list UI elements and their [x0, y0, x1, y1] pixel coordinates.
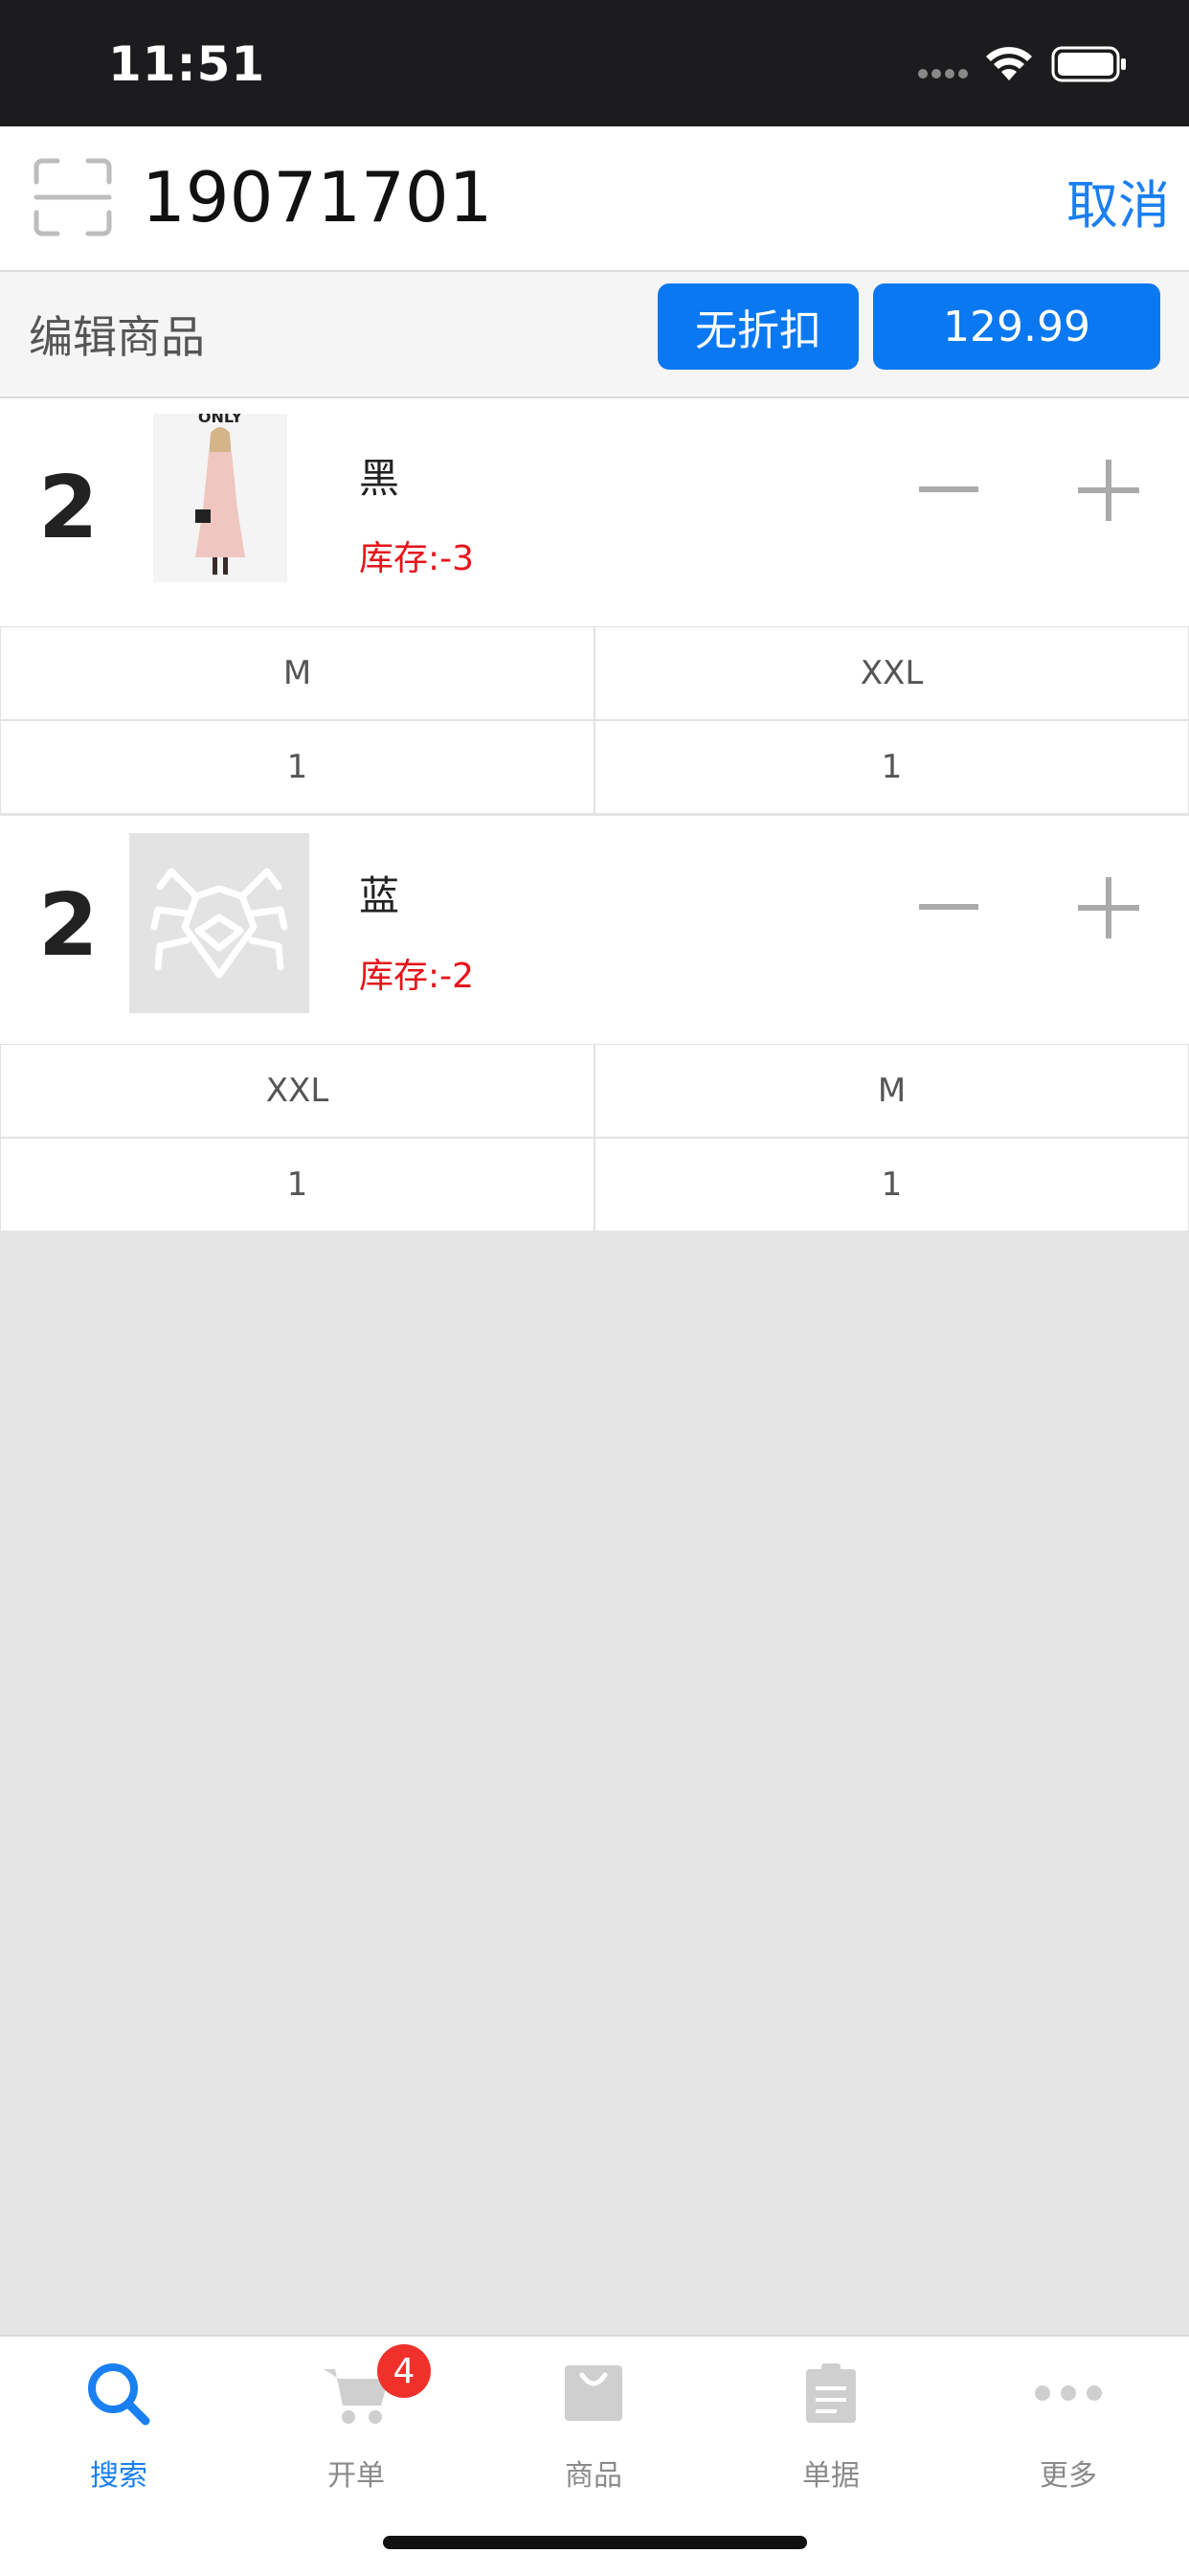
tab-products[interactable]: 商品 — [475, 2337, 712, 2493]
minus-icon[interactable] — [919, 485, 978, 494]
clipboard-icon — [806, 2363, 856, 2423]
size-quantity[interactable]: 1 — [0, 1138, 594, 1232]
discount-button[interactable]: 无折扣 — [658, 283, 859, 370]
cart-badge: 4 — [377, 2344, 431, 2398]
price-button[interactable]: 129.99 — [873, 283, 1160, 370]
product-image: ONLY — [153, 414, 287, 582]
minus-icon[interactable] — [919, 902, 978, 912]
size-quantity[interactable]: 1 — [594, 1138, 1189, 1232]
tab-label: 商品 — [565, 2459, 622, 2493]
product-row[interactable]: 2 ONLY 黑 库存:-3 — [0, 398, 1189, 626]
edit-products-label: 编辑商品 — [29, 311, 205, 363]
tab-order[interactable]: 4 开单 — [237, 2337, 475, 2493]
product-quantity: 2 — [38, 458, 99, 558]
tab-documents[interactable]: 单据 — [712, 2337, 950, 2493]
tab-label: 搜索 — [90, 2459, 147, 2493]
size-grid: XXL M 1 1 — [0, 1044, 1189, 1232]
tab-label: 单据 — [802, 2459, 860, 2493]
size-header: XXL — [594, 626, 1189, 720]
cancel-button[interactable]: 取消 — [1066, 163, 1170, 238]
search-header: 19071701 取消 — [0, 126, 1189, 272]
status-bar: 11:51 — [0, 0, 1189, 126]
size-grid: M XXL 1 1 — [0, 626, 1189, 814]
dress-model-icon — [195, 427, 245, 575]
size-header: XXL — [0, 1044, 594, 1138]
wifi-icon — [986, 47, 1032, 80]
plus-icon[interactable] — [1078, 460, 1139, 521]
product-row[interactable]: 2 蓝 库存:-2 — [0, 816, 1189, 1044]
status-time: 11:51 — [108, 36, 266, 92]
product-stock: 库存:-2 — [359, 957, 475, 996]
product-quantity: 2 — [38, 875, 99, 976]
tab-label: 更多 — [1040, 2459, 1097, 2493]
search-icon — [88, 2363, 150, 2426]
scan-icon[interactable] — [33, 157, 113, 237]
bag-icon — [565, 2365, 622, 2421]
home-indicator — [383, 2536, 807, 2549]
size-header: M — [594, 1044, 1189, 1138]
product-stock: 库存:-3 — [359, 539, 475, 578]
plus-icon[interactable] — [1078, 877, 1139, 938]
product-color: 黑 — [359, 455, 400, 502]
size-quantity[interactable]: 1 — [594, 720, 1189, 814]
battery-icon — [1051, 46, 1126, 82]
search-input[interactable]: 19071701 — [142, 157, 492, 237]
size-quantity[interactable]: 1 — [0, 720, 594, 814]
spider-icon — [150, 868, 288, 979]
more-icon — [1035, 2385, 1102, 2401]
product-color: 蓝 — [359, 872, 400, 919]
product-image-placeholder — [129, 833, 309, 1013]
tab-search[interactable]: 搜索 — [0, 2337, 237, 2493]
tab-label: 开单 — [327, 2459, 385, 2493]
tab-more[interactable]: 更多 — [950, 2337, 1187, 2493]
size-header: M — [0, 626, 594, 720]
signal-icon — [918, 69, 968, 79]
edit-bar: 编辑商品 无折扣 129.99 — [0, 272, 1189, 398]
